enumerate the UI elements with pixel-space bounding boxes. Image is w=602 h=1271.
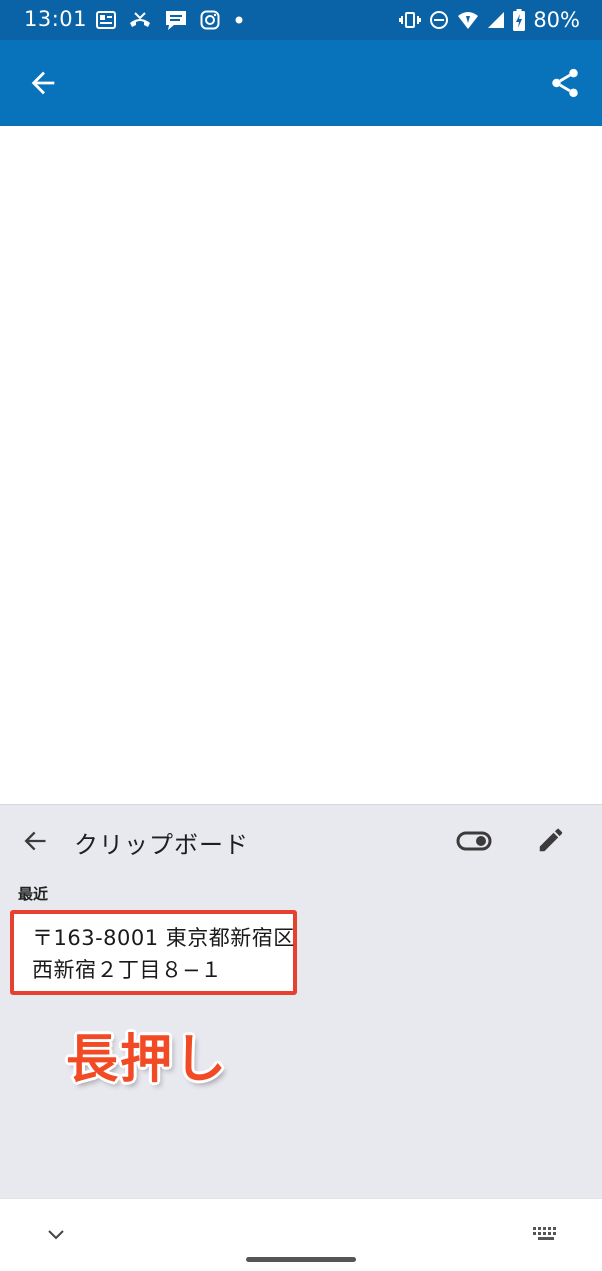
clipboard-item-line-1: 〒163-8001 東京都新宿区: [32, 926, 295, 950]
pencil-icon[interactable]: [536, 825, 566, 855]
clipboard-header: クリップボード: [0, 805, 602, 875]
signal-icon: [488, 12, 505, 28]
wifi-icon: [458, 12, 479, 29]
notification-icons: [96, 9, 246, 31]
arrow-back-icon[interactable]: [20, 827, 50, 855]
clipboard-item[interactable]: 〒163-8001 東京都新宿区 西新宿２丁目８−１: [10, 910, 297, 995]
instagram-icon: [200, 10, 220, 30]
clipboard-title: クリップボード: [74, 831, 249, 859]
chevron-down-icon[interactable]: [46, 1227, 66, 1241]
toggle-icon[interactable]: [456, 829, 492, 853]
do-not-disturb-icon: [430, 11, 449, 29]
share-icon[interactable]: [548, 64, 582, 102]
line-manga-icon: [166, 11, 186, 30]
app-bar: [0, 40, 602, 126]
status-right: 80%: [399, 8, 580, 32]
battery-charging-icon: [513, 9, 526, 31]
clipboard-item-line-2: 西新宿２丁目８−１: [32, 958, 223, 982]
status-bar: 13:01 80%: [0, 0, 602, 40]
section-label-recent: 最近: [18, 885, 49, 903]
keyboard-icon[interactable]: [532, 1225, 560, 1243]
status-time: 13:01: [24, 7, 88, 31]
news-icon: [96, 11, 116, 29]
home-handle[interactable]: [246, 1257, 356, 1262]
dot-icon: [235, 16, 243, 24]
vibrate-icon: [399, 12, 422, 28]
long-press-annotation: 長押し: [66, 1030, 229, 1090]
arrow-back-icon[interactable]: [26, 66, 60, 100]
navigation-bar: [0, 1198, 602, 1271]
missed-call-icon: [130, 12, 150, 27]
battery-percent: 80%: [533, 8, 580, 32]
content-area: [0, 126, 602, 804]
clipboard-panel: クリップボード 最近 〒163-8001 東京都新宿区 西新宿２丁目８−１ 長押…: [0, 804, 602, 1199]
